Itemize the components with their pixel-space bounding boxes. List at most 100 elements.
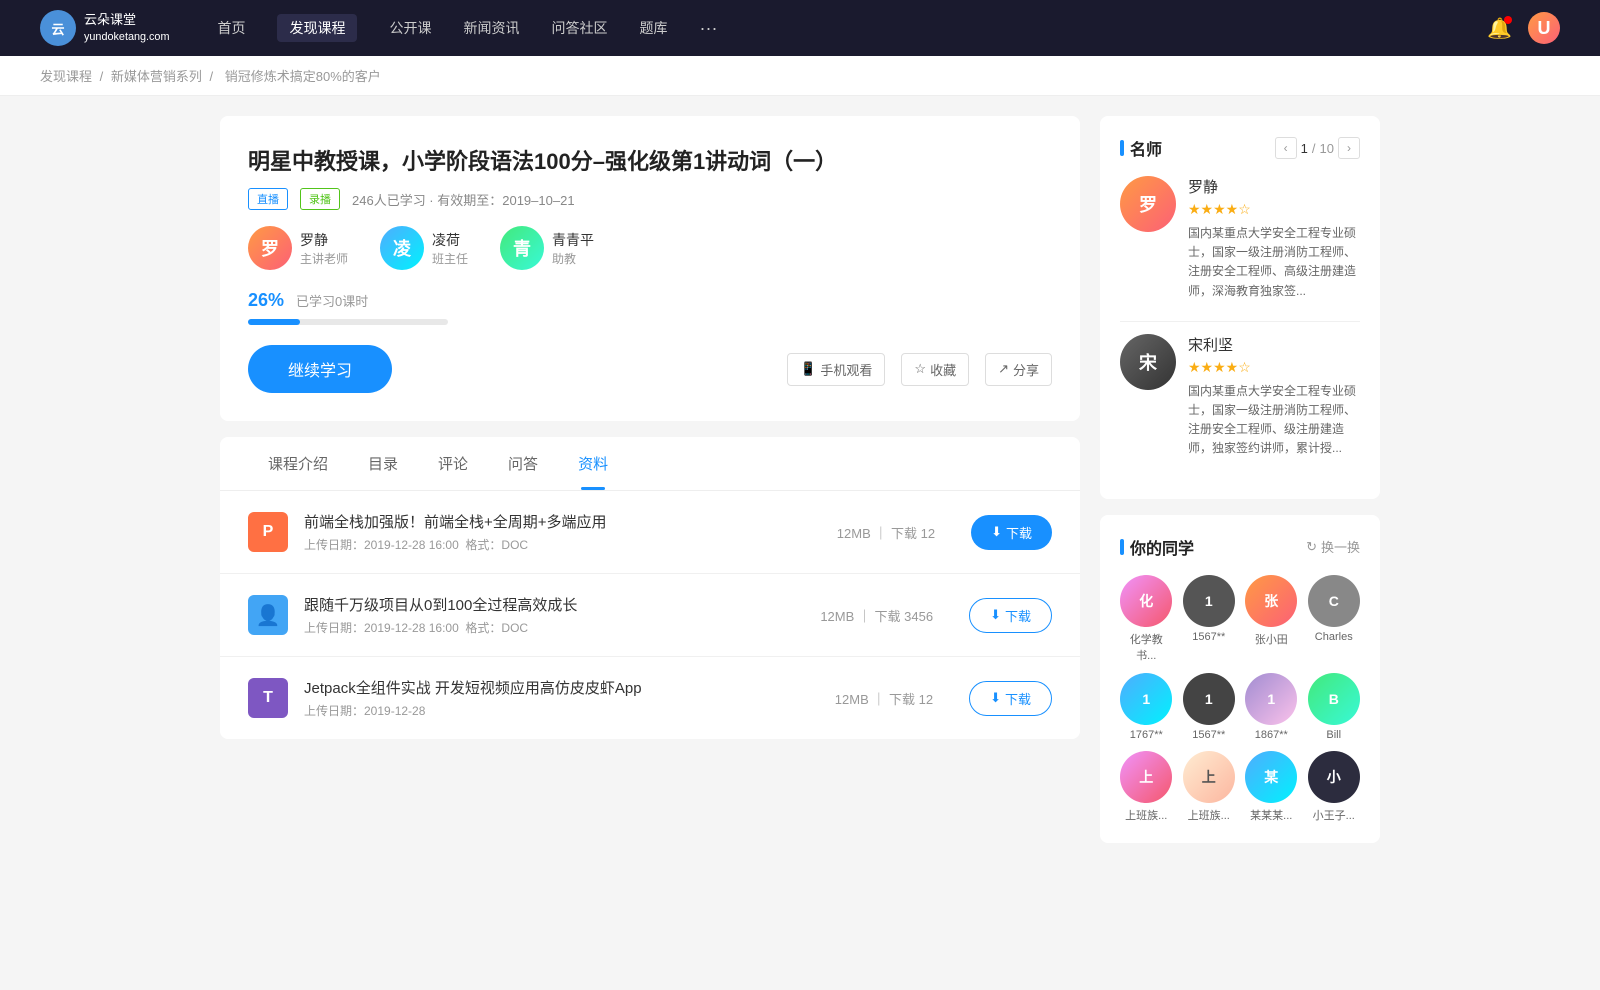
refresh-icon: ↻	[1306, 539, 1317, 555]
nav-more[interactable]: ···	[699, 18, 717, 39]
tab-catalog[interactable]: 目录	[348, 437, 418, 490]
nav-news[interactable]: 新闻资讯	[463, 14, 519, 42]
classmate-8[interactable]: 上 上班族...	[1120, 751, 1173, 823]
classmate-1[interactable]: 1 1567**	[1183, 575, 1236, 663]
classmate-3[interactable]: C Charles	[1308, 575, 1361, 663]
teacher-info-2: 青青平 助教	[552, 230, 594, 267]
resource-item-0: P 前端全栈加强版！前端全栈+全周期+多端应用 上传日期：2019-12-28 …	[220, 491, 1080, 574]
breadcrumb-discover[interactable]: 发现课程	[40, 69, 92, 84]
download-btn-0[interactable]: ⬇ 下载	[971, 515, 1052, 550]
classmate-0[interactable]: 化 化学教书...	[1120, 575, 1173, 663]
progress-percent: 26%	[248, 290, 284, 311]
mobile-icon: 📱	[800, 361, 816, 377]
breadcrumb-series[interactable]: 新媒体营销系列	[111, 69, 202, 84]
download-icon-2: ⬇	[990, 690, 1001, 706]
classmate-4[interactable]: 1 1767**	[1120, 673, 1173, 741]
classmate-10[interactable]: 某 某某某...	[1245, 751, 1298, 823]
classmate-name-7: Bill	[1326, 729, 1341, 741]
teacher-role-1: 班主任	[432, 250, 468, 267]
mobile-view-btn[interactable]: 📱 手机观看	[787, 353, 885, 386]
teacher-avatar-1: 凌	[380, 226, 424, 270]
share-label: 分享	[1013, 360, 1039, 379]
classmate-2[interactable]: 张 张小田	[1245, 575, 1298, 663]
nav-discover[interactable]: 发现课程	[277, 14, 357, 42]
classmate-name-3: Charles	[1315, 631, 1353, 643]
side-teacher-info-1: 宋利坚 ★★★★☆ 国内某重点大学安全工程专业硕士，国家一级注册消防工程师、注册…	[1188, 334, 1360, 459]
nav-bank[interactable]: 题库	[639, 14, 667, 42]
notification-bell[interactable]: 🔔	[1487, 16, 1512, 41]
side-teacher-1: 宋 宋利坚 ★★★★☆ 国内某重点大学安全工程专业硕士，国家一级注册消防工程师、…	[1120, 334, 1360, 459]
classmate-11[interactable]: 小 小王子...	[1308, 751, 1361, 823]
classmate-7[interactable]: B Bill	[1308, 673, 1361, 741]
teacher-info-0: 罗静 主讲老师	[300, 230, 348, 267]
classmate-avatar-7: B	[1308, 673, 1360, 725]
resource-stats-1: 12MB ｜ 下载 3456	[820, 606, 933, 625]
teacher-prev-btn[interactable]: ‹	[1275, 137, 1297, 159]
breadcrumb-sep1: /	[100, 69, 107, 84]
classmates-title: 你的同学 ↻ 换一换	[1120, 535, 1360, 559]
action-icons: 📱 手机观看 ☆ 收藏 ↗ 分享	[787, 353, 1052, 386]
resource-item-1: 👤 跟随千万级项目从0到100全过程高效成长 上传日期：2019-12-28 1…	[220, 574, 1080, 657]
resource-sub-0: 上传日期：2019-12-28 16:00 格式：DOC	[304, 536, 801, 553]
resource-info-0: 前端全栈加强版！前端全栈+全周期+多端应用 上传日期：2019-12-28 16…	[304, 511, 801, 553]
logo[interactable]: 云 云朵课堂yundoketang.com	[40, 10, 169, 46]
classmate-avatar-2: 张	[1245, 575, 1297, 627]
breadcrumb: 发现课程 / 新媒体营销系列 / 销冠修炼术搞定80%的客户	[0, 56, 1600, 96]
resource-title-1: 跟随千万级项目从0到100全过程高效成长	[304, 594, 784, 615]
share-btn[interactable]: ↗ 分享	[985, 353, 1052, 386]
resource-title-2: Jetpack全组件实战 开发短视频应用高仿皮皮虾App	[304, 677, 799, 698]
classmate-name-11: 小王子...	[1313, 807, 1355, 823]
classmate-5[interactable]: 1 1567**	[1183, 673, 1236, 741]
side-teacher-name-1: 宋利坚	[1188, 334, 1360, 355]
teacher-avatar-0: 罗	[248, 226, 292, 270]
resource-info-1: 跟随千万级项目从0到100全过程高效成长 上传日期：2019-12-28 16:…	[304, 594, 784, 636]
download-btn-2[interactable]: ⬇ 下载	[969, 681, 1052, 716]
download-icon-1: ⬇	[990, 607, 1001, 623]
download-icon-0: ⬇	[991, 524, 1002, 540]
side-teacher-name-0: 罗静	[1188, 176, 1360, 197]
tabs-header: 课程介绍 目录 评论 问答 资料	[220, 437, 1080, 491]
classmate-name-2: 张小田	[1255, 631, 1288, 647]
teacher-page-total: 10	[1320, 141, 1334, 156]
side-teacher-desc-0: 国内某重点大学安全工程专业硕士，国家一级注册消防工程师、注册安全工程师、高级注册…	[1188, 224, 1360, 301]
tab-intro[interactable]: 课程介绍	[248, 437, 348, 490]
notification-dot	[1504, 16, 1512, 24]
side-teacher-desc-1: 国内某重点大学安全工程专业硕士，国家一级注册消防工程师、注册安全工程师、级注册建…	[1188, 382, 1360, 459]
badge-record: 录播	[300, 188, 340, 210]
course-card: 明星中教授课，小学阶段语法100分–强化级第1讲动词（一） 直播 录播 246人…	[220, 116, 1080, 421]
user-avatar-nav[interactable]: U	[1528, 12, 1560, 44]
progress-section: 26% 已学习0课时	[248, 290, 1052, 325]
collect-btn[interactable]: ☆ 收藏	[901, 353, 969, 386]
nav-home[interactable]: 首页	[217, 14, 245, 42]
teacher-role-2: 助教	[552, 250, 594, 267]
classmate-6[interactable]: 1 1867**	[1245, 673, 1298, 741]
teacher-1: 凌 凌荷 班主任	[380, 226, 468, 270]
teacher-divider	[1120, 321, 1360, 322]
tab-review[interactable]: 评论	[418, 437, 488, 490]
classmate-name-1: 1567**	[1192, 631, 1225, 643]
teacher-page-cur: 1	[1301, 141, 1308, 156]
download-btn-1[interactable]: ⬇ 下载	[969, 598, 1052, 633]
teacher-2: 青 青青平 助教	[500, 226, 594, 270]
progress-bar-fill	[248, 319, 300, 325]
teachers-side-card: 名师 ‹ 1/10 › 罗 罗静 ★★★★☆ 国内某重点大学安全工程专业硕士，国…	[1100, 116, 1380, 499]
continue-button[interactable]: 继续学习	[248, 345, 392, 393]
nav-qa[interactable]: 问答社区	[551, 14, 607, 42]
nav-public[interactable]: 公开课	[389, 14, 431, 42]
tab-resource[interactable]: 资料	[558, 437, 628, 490]
teachers-side-title: 名师 ‹ 1/10 ›	[1120, 136, 1360, 160]
resource-sub-2: 上传日期：2019-12-28	[304, 702, 799, 719]
course-meta: 直播 录播 246人已学习 · 有效期至：2019–10–21	[248, 188, 1052, 210]
star-icon: ☆	[914, 361, 926, 377]
collect-label: 收藏	[930, 360, 956, 379]
resource-item-2: T Jetpack全组件实战 开发短视频应用高仿皮皮虾App 上传日期：2019…	[220, 657, 1080, 739]
classmate-avatar-11: 小	[1308, 751, 1360, 803]
classmate-avatar-10: 某	[1245, 751, 1297, 803]
resource-title-0: 前端全栈加强版！前端全栈+全周期+多端应用	[304, 511, 801, 532]
tab-qa[interactable]: 问答	[488, 437, 558, 490]
classmates-refresh[interactable]: ↻ 换一换	[1306, 537, 1360, 556]
teacher-next-btn[interactable]: ›	[1338, 137, 1360, 159]
classmate-name-10: 某某某...	[1250, 807, 1292, 823]
navbar: 云 云朵课堂yundoketang.com 首页 发现课程 公开课 新闻资讯 问…	[0, 0, 1600, 56]
classmate-9[interactable]: 上 上班族...	[1183, 751, 1236, 823]
